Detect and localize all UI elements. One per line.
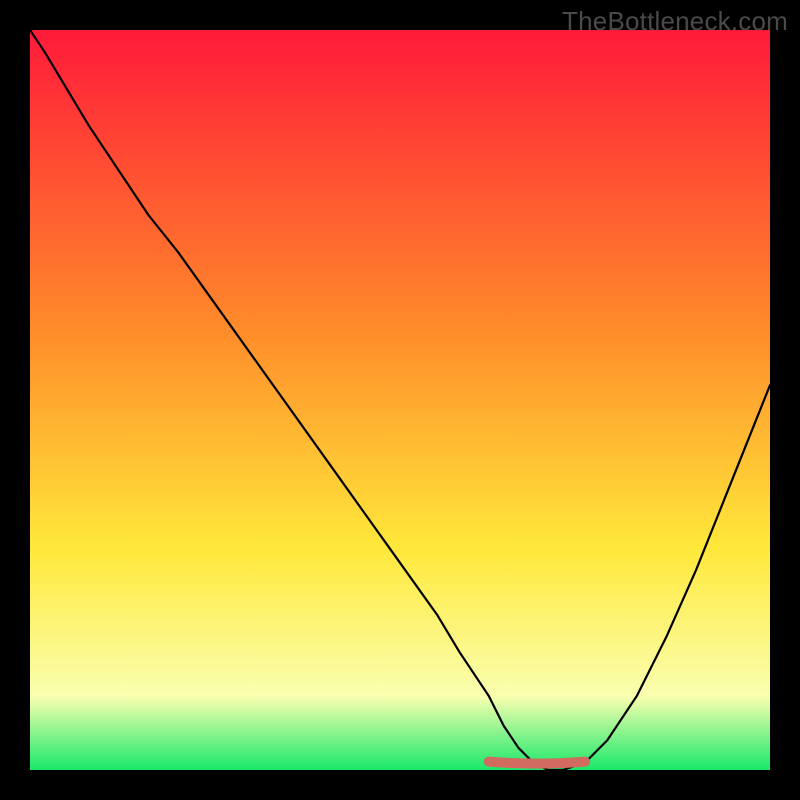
chart-svg (30, 30, 770, 770)
plot-area (30, 30, 770, 770)
watermark-text: TheBottleneck.com (562, 6, 788, 37)
chart-frame: TheBottleneck.com (0, 0, 800, 800)
optimal-range-marker (489, 762, 585, 764)
gradient-background (30, 30, 770, 770)
